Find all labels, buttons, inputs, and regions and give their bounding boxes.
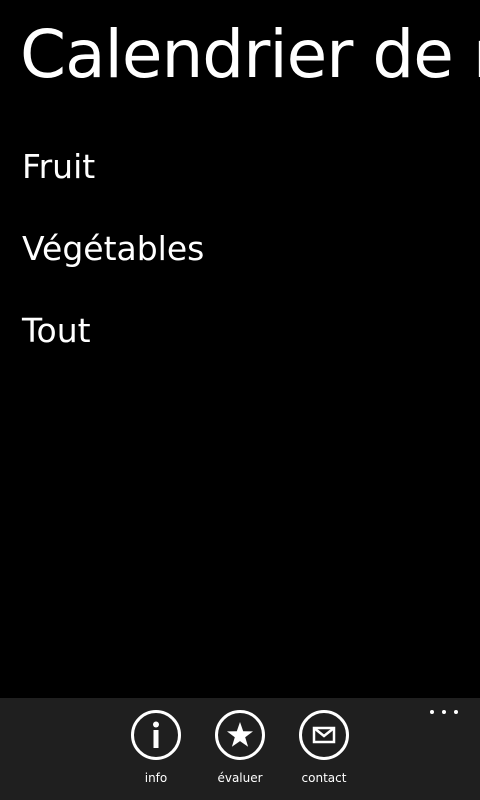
info-icon <box>131 710 181 760</box>
ellipsis-icon[interactable] <box>428 706 460 722</box>
page-title: Calendrier de r <box>20 16 480 93</box>
menu-item-all[interactable]: Tout <box>22 314 204 350</box>
title-container: Calendrier de r <box>0 0 480 120</box>
contact-button[interactable]: contact <box>282 710 366 785</box>
rate-button[interactable]: évaluer <box>198 710 282 785</box>
info-button[interactable]: info <box>114 710 198 785</box>
info-button-label: info <box>144 771 168 785</box>
star-icon <box>215 710 265 760</box>
rate-button-label: évaluer <box>217 771 263 785</box>
menu-item-vegetables[interactable]: Végétables <box>22 232 204 268</box>
application-bar: info évaluer contact <box>0 698 480 800</box>
mail-icon <box>299 710 349 760</box>
menu-item-fruit[interactable]: Fruit <box>22 150 204 186</box>
category-menu: Fruit Végétables Tout <box>22 150 204 396</box>
contact-button-label: contact <box>301 771 347 785</box>
